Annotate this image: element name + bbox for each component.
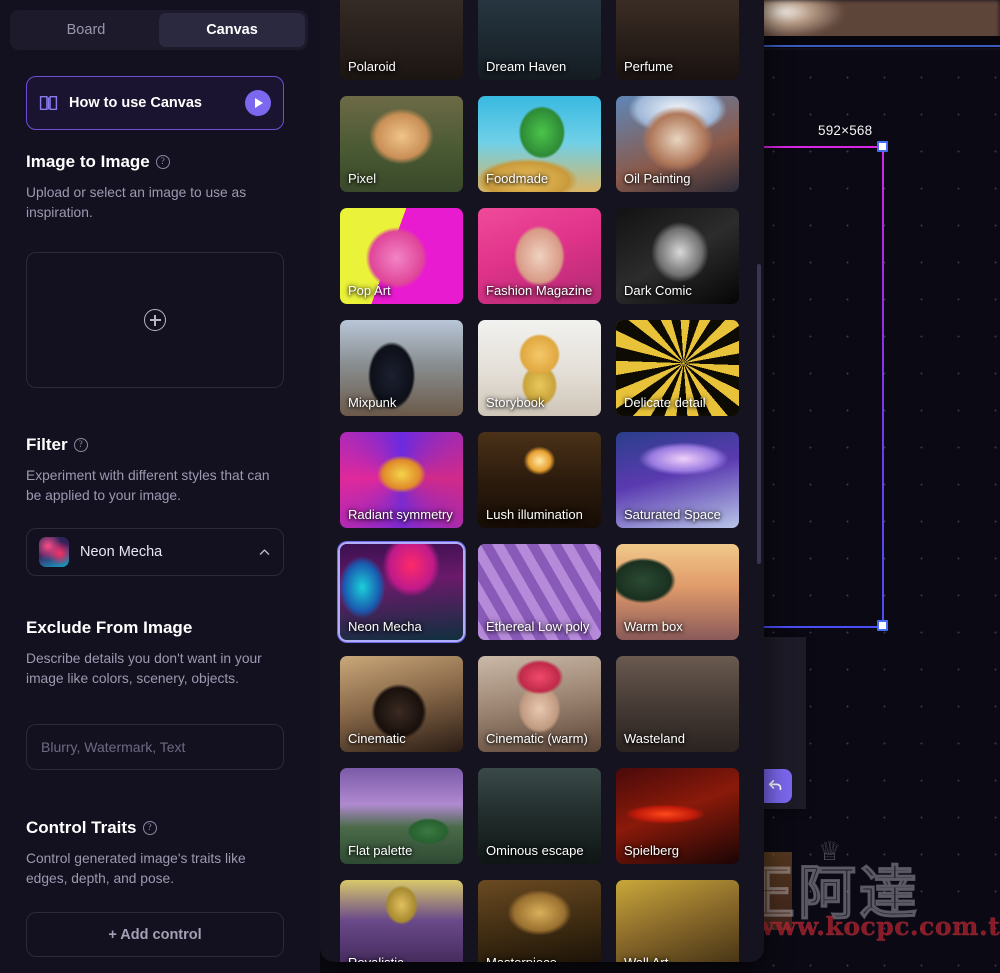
filter-tile-label: Polaroid bbox=[348, 58, 396, 74]
filter-select-dropdown[interactable]: Neon Mecha bbox=[26, 528, 284, 576]
add-control-button[interactable]: + Add control bbox=[26, 912, 284, 957]
exclude-title: Exclude From Image bbox=[26, 618, 193, 637]
filter-tile-fashion-magazine[interactable]: Fashion Magazine bbox=[476, 206, 603, 306]
filter-description: Experiment with different styles that ca… bbox=[26, 468, 270, 504]
filter-tile-thumbnail bbox=[478, 880, 601, 962]
filter-tile-wasteland[interactable]: Wasteland bbox=[614, 654, 741, 754]
filter-tile-label: Cinematic (warm) bbox=[486, 730, 588, 746]
filter-thumbnail bbox=[39, 537, 69, 567]
filter-tile-radiant-symmetry[interactable]: Radiant symmetry bbox=[338, 430, 465, 530]
chevron-up-icon bbox=[259, 548, 270, 555]
play-icon[interactable] bbox=[245, 90, 271, 116]
canvas-image-selected-edge bbox=[755, 45, 1000, 47]
view-tabs: Board Canvas bbox=[10, 10, 308, 50]
tab-board[interactable]: Board bbox=[13, 13, 159, 47]
filter-tile-ominous-escape[interactable]: Ominous escape bbox=[476, 766, 603, 866]
filter-tile-oil-painting[interactable]: Oil Painting bbox=[614, 94, 741, 194]
book-icon bbox=[39, 95, 58, 111]
image-to-image-description: Upload or select an image to use as insp… bbox=[26, 185, 247, 221]
filter-tile-label: Spielberg bbox=[624, 842, 679, 858]
filter-tile-pop-art[interactable]: Pop Art bbox=[338, 206, 465, 306]
control-traits-title: Control Traits bbox=[26, 818, 137, 837]
filter-tile-label: Wall Art bbox=[624, 955, 733, 962]
exclude-description: Describe details you don't want in your … bbox=[26, 651, 262, 687]
filter-tile-label: Mixpunk bbox=[348, 394, 397, 410]
filter-tile-label: Wasteland bbox=[624, 730, 685, 746]
filter-tile-label: Royalistic bbox=[348, 955, 457, 962]
exclude-input[interactable] bbox=[26, 724, 284, 770]
control-traits-description: Control generated image's traits like ed… bbox=[26, 851, 246, 887]
filter-tile-label: Fashion Magazine bbox=[486, 282, 593, 298]
filter-tile-label: Ominous escape bbox=[486, 842, 584, 858]
filter-tile-label: Neon Mecha bbox=[348, 618, 422, 634]
filter-tile-pixel[interactable]: Pixel bbox=[338, 94, 465, 194]
how-to-use-canvas-label: How to use Canvas bbox=[69, 95, 202, 111]
filter-tile-label: Masterpiece bbox=[486, 955, 595, 962]
filter-picker-panel[interactable]: Polaroid Dream Haven Perfume Pixel Foodmade O… bbox=[320, 0, 764, 962]
filter-tile-thumbnail bbox=[340, 880, 463, 962]
filter-tile-label: Oil Painting bbox=[624, 170, 691, 186]
filter-tile-label: Cinematic bbox=[348, 730, 406, 746]
selection-handle-top-right[interactable] bbox=[877, 141, 888, 152]
filter-tile-masterpiece[interactable]: Masterpiece bbox=[476, 878, 603, 962]
selection-rectangle[interactable] bbox=[745, 146, 884, 628]
filter-tile-flat-palette[interactable]: Flat palette bbox=[338, 766, 465, 866]
filter-tile-label: Dark Comic bbox=[624, 282, 692, 298]
filter-tile-label: Foodmade bbox=[486, 170, 549, 186]
help-icon-control-traits[interactable]: ? bbox=[142, 821, 157, 835]
filter-tile-spielberg[interactable]: Spielberg bbox=[614, 766, 741, 866]
filter-tile-label: Saturated Space bbox=[624, 506, 721, 522]
filter-tile-label: Radiant symmetry bbox=[348, 506, 453, 522]
filter-tile-label: Storybook bbox=[486, 394, 545, 410]
filter-tile-ethereal-low-poly[interactable]: Ethereal Low poly bbox=[476, 542, 603, 642]
selection-size-label: 592×568 bbox=[818, 123, 873, 138]
filter-tile-polaroid[interactable]: Polaroid bbox=[338, 0, 465, 82]
tab-canvas[interactable]: Canvas bbox=[159, 13, 305, 47]
image-to-image-heading: Image to Image ? bbox=[26, 152, 170, 172]
filter-heading: Filter ? bbox=[26, 435, 88, 455]
filter-tile-label: Flat palette bbox=[348, 842, 413, 858]
filter-tile-delicate-detail[interactable]: Delicate detail bbox=[614, 318, 741, 418]
filter-title: Filter bbox=[26, 435, 68, 454]
filter-tile-label: Pop Art bbox=[348, 282, 391, 298]
image-upload-dropzone[interactable] bbox=[26, 252, 284, 388]
filter-panel-scrollbar[interactable] bbox=[757, 264, 761, 564]
filter-tile-dark-comic[interactable]: Dark Comic bbox=[614, 206, 741, 306]
filter-tile-grid: Polaroid Dream Haven Perfume Pixel Foodmade O… bbox=[338, 0, 754, 962]
filter-tile-cinematic-warm-[interactable]: Cinematic (warm) bbox=[476, 654, 603, 754]
filter-tile-label: Lush illumination bbox=[486, 506, 583, 522]
filter-tile-neon-mecha[interactable]: Neon Mecha bbox=[338, 542, 465, 642]
filter-tile-label: Warm box bbox=[624, 618, 683, 634]
left-sidebar: Board Canvas How to use Canvas Image to … bbox=[0, 0, 320, 973]
filter-tile-warm-box[interactable]: Warm box bbox=[614, 542, 741, 642]
filter-tile-label: Delicate detail bbox=[624, 394, 706, 410]
filter-tile-royalistic[interactable]: Royalistic bbox=[338, 878, 465, 962]
filter-tile-perfume[interactable]: Perfume bbox=[614, 0, 741, 82]
help-icon-filter[interactable]: ? bbox=[73, 438, 88, 452]
filter-tile-cinematic[interactable]: Cinematic bbox=[338, 654, 465, 754]
filter-tile-label: Pixel bbox=[348, 170, 377, 186]
control-traits-heading: Control Traits ? bbox=[26, 818, 157, 838]
filter-tile-lush-illumination[interactable]: Lush illumination bbox=[476, 430, 603, 530]
selection-handle-bottom-right[interactable] bbox=[877, 620, 888, 631]
help-icon-image-to-image[interactable]: ? bbox=[155, 155, 170, 169]
filter-tile-label: Ethereal Low poly bbox=[486, 618, 590, 634]
image-to-image-title: Image to Image bbox=[26, 152, 150, 171]
how-to-use-canvas-banner[interactable]: How to use Canvas bbox=[26, 76, 284, 130]
filter-tile-wall-art[interactable]: Wall Art bbox=[614, 878, 741, 962]
filter-tile-label: Perfume bbox=[624, 58, 674, 74]
filter-tile-mixpunk[interactable]: Mixpunk bbox=[338, 318, 465, 418]
filter-tile-dream-haven[interactable]: Dream Haven bbox=[476, 0, 603, 82]
app-root: 592×568 ♕ 電腦王阿達 http://www.kocpc.com.tw … bbox=[0, 0, 1000, 973]
filter-tile-saturated-space[interactable]: Saturated Space bbox=[614, 430, 741, 530]
filter-tile-storybook[interactable]: Storybook bbox=[476, 318, 603, 418]
filter-tile-label: Dream Haven bbox=[486, 58, 567, 74]
filter-selected-label: Neon Mecha bbox=[80, 544, 163, 560]
undo-icon bbox=[768, 779, 781, 790]
exclude-heading: Exclude From Image bbox=[26, 618, 192, 638]
plus-circle-icon bbox=[144, 309, 166, 331]
filter-tile-thumbnail bbox=[616, 880, 739, 962]
filter-tile-foodmade[interactable]: Foodmade bbox=[476, 94, 603, 194]
